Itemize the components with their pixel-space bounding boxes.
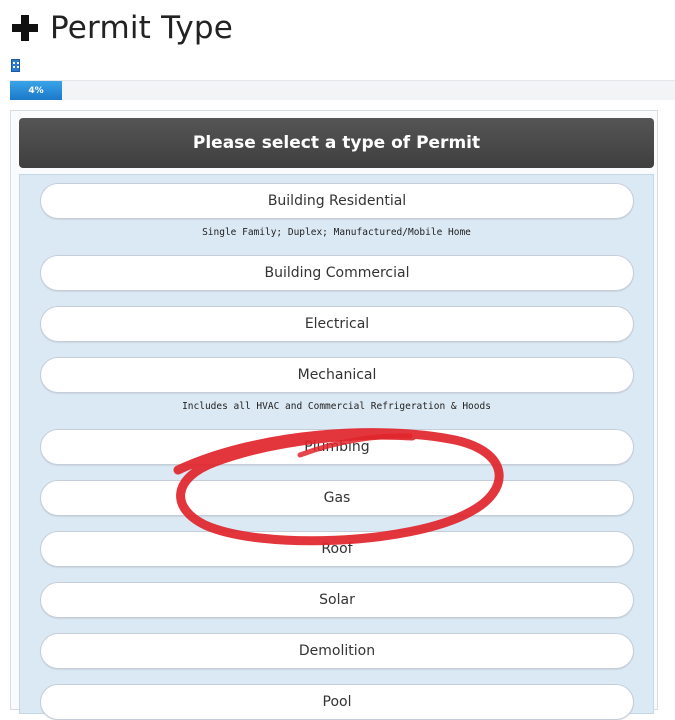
panel-header: Please select a type of Permit [19, 118, 654, 168]
option-electrical[interactable]: Electrical [40, 306, 634, 342]
option-building-commercial[interactable]: Building Commercial [40, 255, 634, 291]
plus-icon [10, 13, 40, 43]
option-demolition[interactable]: Demolition [40, 633, 634, 669]
building-icon [11, 59, 20, 72]
option-plumbing[interactable]: Plumbing [40, 429, 634, 465]
option-note-mechanical: Includes all HVAC and Commercial Refrige… [182, 401, 491, 412]
option-gas[interactable]: Gas [40, 480, 634, 516]
option-building-residential[interactable]: Building Residential [40, 183, 634, 219]
option-solar[interactable]: Solar [40, 582, 634, 618]
progress-bar: 4% [10, 80, 675, 100]
page-title: Permit Type [50, 10, 234, 46]
page-header: Permit Type [10, 6, 233, 50]
option-mechanical[interactable]: Mechanical [40, 357, 634, 393]
option-roof[interactable]: Roof [40, 531, 634, 567]
progress-fill: 4% [10, 81, 62, 100]
option-pool[interactable]: Pool [40, 684, 634, 720]
option-note-building-residential: Single Family; Duplex; Manufactured/Mobi… [202, 227, 471, 238]
